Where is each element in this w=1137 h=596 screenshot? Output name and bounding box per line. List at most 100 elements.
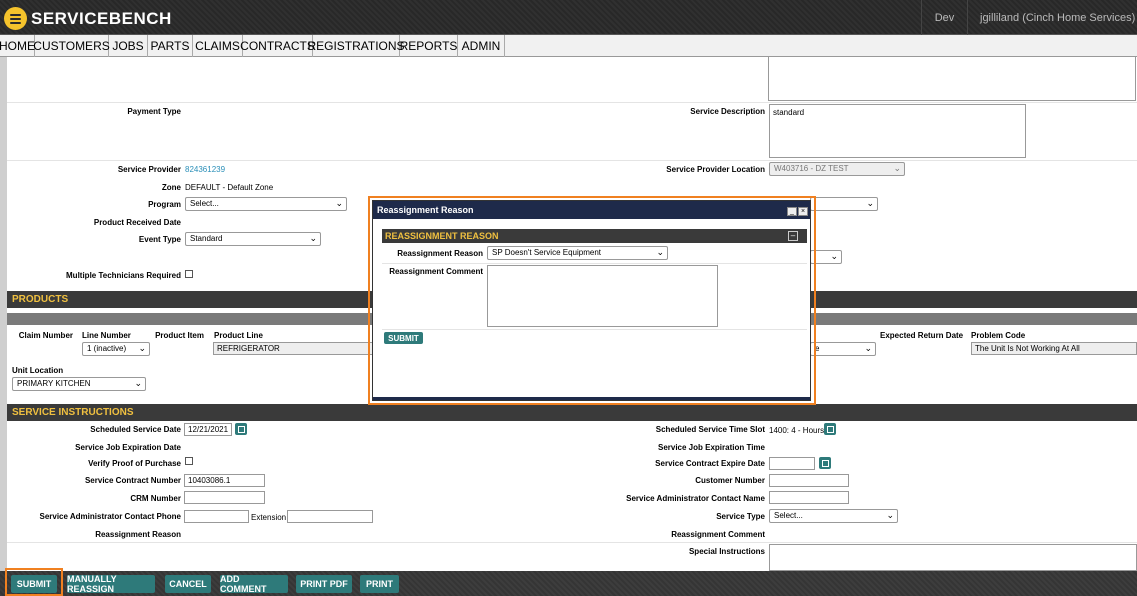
service-job-expiration-date-label: Service Job Expiration Date: [75, 443, 181, 452]
nav-home[interactable]: HOME: [0, 35, 35, 57]
problem-code-input[interactable]: The Unit Is Not Working At All: [971, 342, 1137, 355]
minimize-icon[interactable]: _: [787, 207, 797, 216]
special-instructions-label: Special Instructions: [688, 547, 765, 556]
multiple-technicians-label: Multiple Technicians Required: [66, 271, 181, 280]
admin-contact-phone-input[interactable]: [184, 510, 249, 523]
product-line-input[interactable]: REFRIGERATOR: [213, 342, 373, 355]
zone-value: DEFAULT - Default Zone: [185, 183, 274, 192]
dialog-comment-textarea[interactable]: [487, 265, 718, 327]
product-line-label: Product Line: [214, 331, 263, 340]
chevron-down-icon: ⌄: [886, 510, 894, 520]
scheduled-time-slot-value: 1400: 4 - Hours: [769, 426, 825, 435]
service-type-label: Service Type: [716, 512, 765, 521]
divider: [382, 329, 807, 330]
event-type-label: Event Type: [138, 235, 181, 244]
service-type-value: Select...: [774, 511, 803, 520]
unit-location-label: Unit Location: [12, 366, 64, 375]
divider: [382, 263, 807, 264]
service-provider-link[interactable]: 824361239: [185, 165, 225, 174]
service-provider-location-select[interactable]: W403716 - DZ TEST ⌄: [769, 162, 905, 176]
dialog-section-title: REASSIGNMENT REASON: [385, 231, 499, 241]
dialog-reason-select[interactable]: SP Doesn't Service Equipment ⌄: [487, 246, 668, 260]
nav-parts[interactable]: PARTS: [148, 35, 193, 57]
unit-location-select[interactable]: PRIMARY KITCHEN ⌄: [12, 377, 146, 391]
service-provider-label: Service Provider: [117, 165, 181, 174]
service-contract-number-input[interactable]: 10403086.1: [184, 474, 265, 487]
dialog-reason-value: SP Doesn't Service Equipment: [492, 248, 601, 257]
reassignment-reason-dialog: Reassignment Reason _ × REASSIGNMENT REA…: [372, 200, 811, 401]
special-instructions-textarea[interactable]: [769, 544, 1137, 571]
print-pdf-button[interactable]: PRINT PDF: [296, 575, 352, 593]
scheduled-time-slot-label: Scheduled Service Time Slot: [655, 425, 765, 434]
chevron-down-icon: ⌄: [138, 343, 146, 353]
dialog-submit-button[interactable]: SUBMIT: [384, 332, 423, 344]
add-comment-button[interactable]: ADD COMMENT: [220, 574, 288, 594]
chevron-down-icon: ⌄: [864, 343, 872, 353]
crm-number-input[interactable]: [184, 491, 265, 504]
scheduled-service-date-input[interactable]: 12/21/2021: [184, 423, 232, 436]
divider: [7, 160, 1137, 161]
service-description-textarea[interactable]: standard: [769, 104, 1026, 158]
event-type-select[interactable]: Standard ⌄: [185, 232, 321, 246]
problem-code-label: Problem Code: [971, 331, 1026, 340]
collapse-icon[interactable]: –: [788, 231, 798, 241]
chevron-down-icon: ⌄: [893, 163, 901, 173]
service-job-expiration-time-label: Service Job Expiration Time: [657, 443, 765, 452]
product-item-label: Product Item: [155, 331, 204, 340]
reassignment-reason-label: Reassignment Reason: [95, 530, 181, 539]
manually-reassign-button[interactable]: MANUALLY REASSIGN: [67, 574, 155, 594]
extension-label: Extension: [251, 513, 287, 522]
close-icon[interactable]: ×: [798, 207, 808, 216]
product-partial-select[interactable]: e ⌄: [810, 342, 876, 356]
divider: [7, 542, 1137, 543]
environment-label: Dev: [921, 0, 967, 35]
notes-textarea[interactable]: [768, 57, 1136, 101]
user-menu[interactable]: jgilliland (Cinch Home Services): [967, 0, 1137, 35]
product-received-date-label: Product Received Date: [93, 218, 181, 227]
calendar-icon[interactable]: [819, 457, 831, 469]
scheduled-service-date-label: Scheduled Service Date: [90, 425, 181, 434]
service-provider-location-value: W403716 - DZ TEST: [774, 164, 849, 173]
customer-number-input[interactable]: [769, 474, 849, 487]
top-bar: SERVICEBENCH Dev jgilliland (Cinch Home …: [0, 0, 1137, 35]
program-select[interactable]: Select... ⌄: [185, 197, 347, 211]
crm-number-label: CRM Number: [130, 494, 181, 503]
print-button[interactable]: PRINT: [360, 575, 399, 593]
payment-type-label: Payment Type: [127, 107, 181, 116]
dialog-section-header: REASSIGNMENT REASON: [382, 229, 807, 243]
nav-contracts[interactable]: CONTRACTS: [240, 35, 315, 57]
nav-reports[interactable]: REPORTS: [400, 35, 458, 57]
main-nav: HOME CUSTOMERS JOBS PARTS CLAIMS CONTRAC…: [0, 35, 1137, 57]
left-gutter: [0, 57, 7, 571]
service-instructions-section-header: SERVICE INSTRUCTIONS: [7, 404, 1137, 421]
extension-input[interactable]: [287, 510, 373, 523]
service-contract-expire-date-input[interactable]: [769, 457, 815, 470]
nav-registrations[interactable]: REGISTRATIONS: [307, 35, 405, 57]
calendar-icon[interactable]: [235, 423, 247, 435]
nav-admin[interactable]: ADMIN: [458, 35, 505, 57]
dialog-title: Reassignment Reason: [373, 201, 810, 219]
download-icon[interactable]: [824, 423, 836, 435]
service-type-select[interactable]: Select... ⌄: [769, 509, 898, 523]
hidden-select-1[interactable]: ⌄: [810, 197, 878, 211]
program-value: Select...: [190, 199, 219, 208]
customer-number-label: Customer Number: [695, 476, 765, 485]
expected-return-date-label: Expected Return Date: [880, 331, 964, 340]
multiple-technicians-checkbox[interactable]: [185, 270, 193, 278]
chevron-down-icon: ⌄: [335, 198, 343, 208]
cancel-button[interactable]: CANCEL: [165, 575, 211, 593]
chevron-down-icon: ⌄: [134, 378, 142, 388]
brand-name: SERVICEBENCH: [31, 9, 172, 28]
line-number-value: 1 (inactive): [87, 344, 127, 353]
reassignment-comment-label: Reassignment Comment: [671, 530, 765, 539]
admin-contact-name-input[interactable]: [769, 491, 849, 504]
nav-jobs[interactable]: JOBS: [109, 35, 148, 57]
nav-claims[interactable]: CLAIMS: [193, 35, 243, 57]
line-number-select[interactable]: 1 (inactive) ⌄: [82, 342, 150, 356]
divider: [7, 102, 1137, 103]
verify-proof-of-purchase-checkbox[interactable]: [185, 457, 193, 465]
servicebench-logo-icon[interactable]: [4, 7, 27, 30]
dialog-comment-label: Reassignment Comment: [389, 267, 483, 276]
nav-customers[interactable]: CUSTOMERS: [33, 35, 110, 57]
dialog-body: REASSIGNMENT REASON – Reassignment Reaso…: [373, 219, 810, 400]
